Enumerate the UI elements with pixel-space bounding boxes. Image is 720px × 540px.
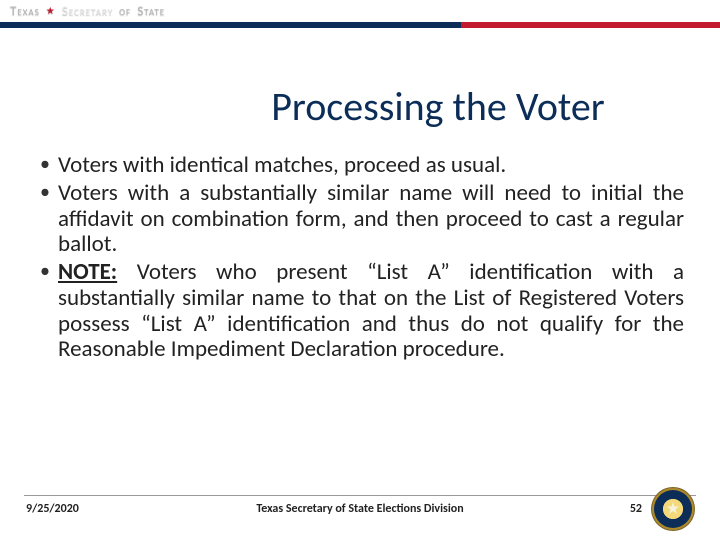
bullet-item: NOTE: Voters who present “List A” identi… — [36, 260, 684, 363]
slide-body: Voters with identical matches, proceed a… — [0, 147, 720, 540]
slide-footer: 9/25/2020 Texas Secretary of State Elect… — [0, 488, 720, 530]
seal-icon — [652, 488, 694, 530]
bullet-text: Voters with identical matches, proceed a… — [58, 151, 506, 179]
slide: Texas ★ Secretary of State Processing th… — [0, 0, 720, 540]
header-accent-bar — [0, 22, 720, 28]
brand-word-of: of — [119, 4, 131, 19]
brand-wordmark: Texas ★ Secretary of State — [10, 0, 165, 22]
bullet-text: Voters with a substantially similar name… — [58, 179, 684, 259]
star-icon: ★ — [46, 4, 56, 17]
brand-word-secretary: Secretary — [62, 4, 113, 19]
brand-word-texas: Texas — [10, 4, 40, 19]
slide-title: Processing the Voter — [0, 58, 720, 147]
slide-header: Texas ★ Secretary of State — [0, 0, 720, 58]
footer-org: Texas Secretary of State Elections Divis… — [0, 502, 720, 516]
brand-word-state: State — [137, 4, 165, 19]
bullet-text: Voters who present “List A” identificati… — [58, 258, 684, 363]
bullet-item: Voters with a substantially similar name… — [36, 181, 684, 258]
bullet-item: Voters with identical matches, proceed a… — [36, 153, 684, 179]
note-label: NOTE: — [58, 258, 117, 286]
bullet-list: Voters with identical matches, proceed a… — [36, 153, 684, 363]
